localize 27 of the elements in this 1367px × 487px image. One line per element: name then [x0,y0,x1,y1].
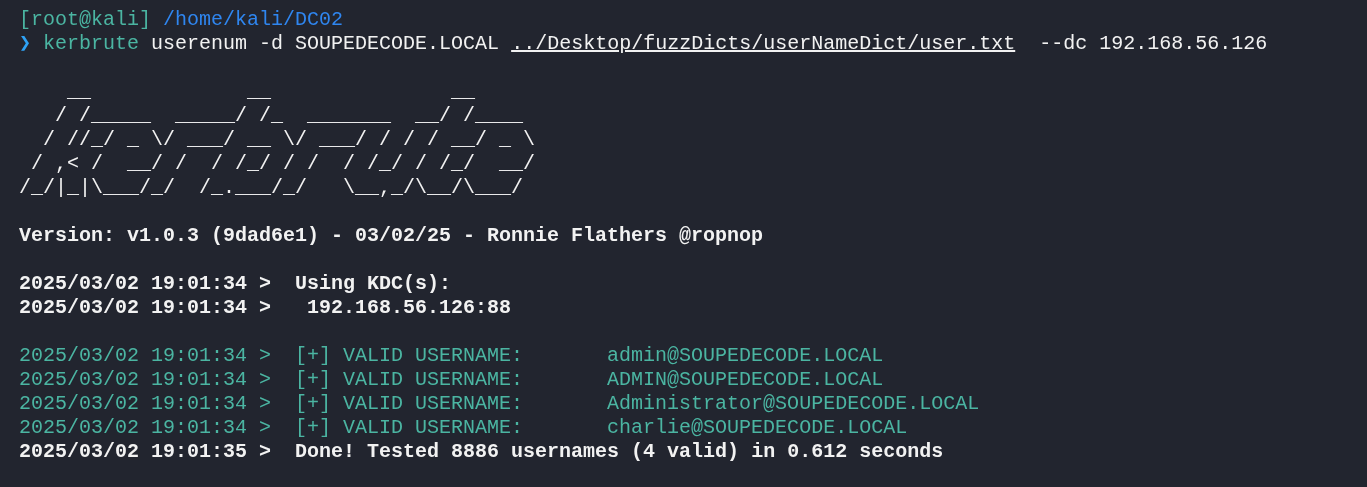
ascii-logo: __ __ __ / /_____ _____/ /_ _______ __/ /____ / //_/ _ \/ ___/ __ \/ ___/ / / / __/ _ \ / ,< / __/ / / /_/ / / / /_/ / /_/ __/ /_/|_|\___/_/ /_.___/_/ \__,_/\__/\___/ [19,80,536,200]
command-path: ../Desktop/fuzzDicts/userNameDict/user.txt [511,32,1016,56]
log-timestamp: 2025/03/02 19:01:34 > [19,416,272,440]
username: Administrator@SOUPEDECODE.LOCAL [607,392,980,416]
log-timestamp: 2025/03/02 19:01:34 > [19,344,272,368]
prompt-directory: /home/kali/DC02 [163,8,344,32]
command-option: --dc 192.168.56.126 [1027,32,1268,56]
username: ADMIN@SOUPEDECODE.LOCAL [607,368,884,392]
log-message: [+] VALID USERNAME: [294,416,524,440]
username: admin@SOUPEDECODE.LOCAL [607,344,884,368]
log-message: [+] VALID USERNAME: [294,392,524,416]
log-timestamp: 2025/03/02 19:01:34 > [19,368,272,392]
log-timestamp: 2025/03/02 19:01:35 > [19,440,272,464]
log-message: [+] VALID USERNAME: [294,344,524,368]
prompt-user-host: [root@kali] [19,8,152,32]
log-message: [+] VALID USERNAME: [294,368,524,392]
log-timestamp: 2025/03/02 19:01:34 > [19,272,272,296]
version-line: Version: v1.0.3 (9dad6e1) - 03/02/25 - Ronnie Flathers @ropnop [19,224,764,248]
log-message: 192.168.56.126:88 [306,296,512,320]
log-message: Done! Tested 8886 usernames (4 valid) in 0.612 seconds [294,440,944,464]
username: charlie@SOUPEDECODE.LOCAL [607,416,908,440]
log-message: Using KDC(s): [294,272,452,296]
log-timestamp: 2025/03/02 19:01:34 > [19,392,272,416]
command-arguments: userenum -d SOUPEDECODE.LOCAL [151,32,500,56]
command-name: kerbrute [43,32,140,56]
log-timestamp: 2025/03/02 19:01:34 > [19,296,272,320]
prompt-arrow: ❯ [19,32,32,56]
